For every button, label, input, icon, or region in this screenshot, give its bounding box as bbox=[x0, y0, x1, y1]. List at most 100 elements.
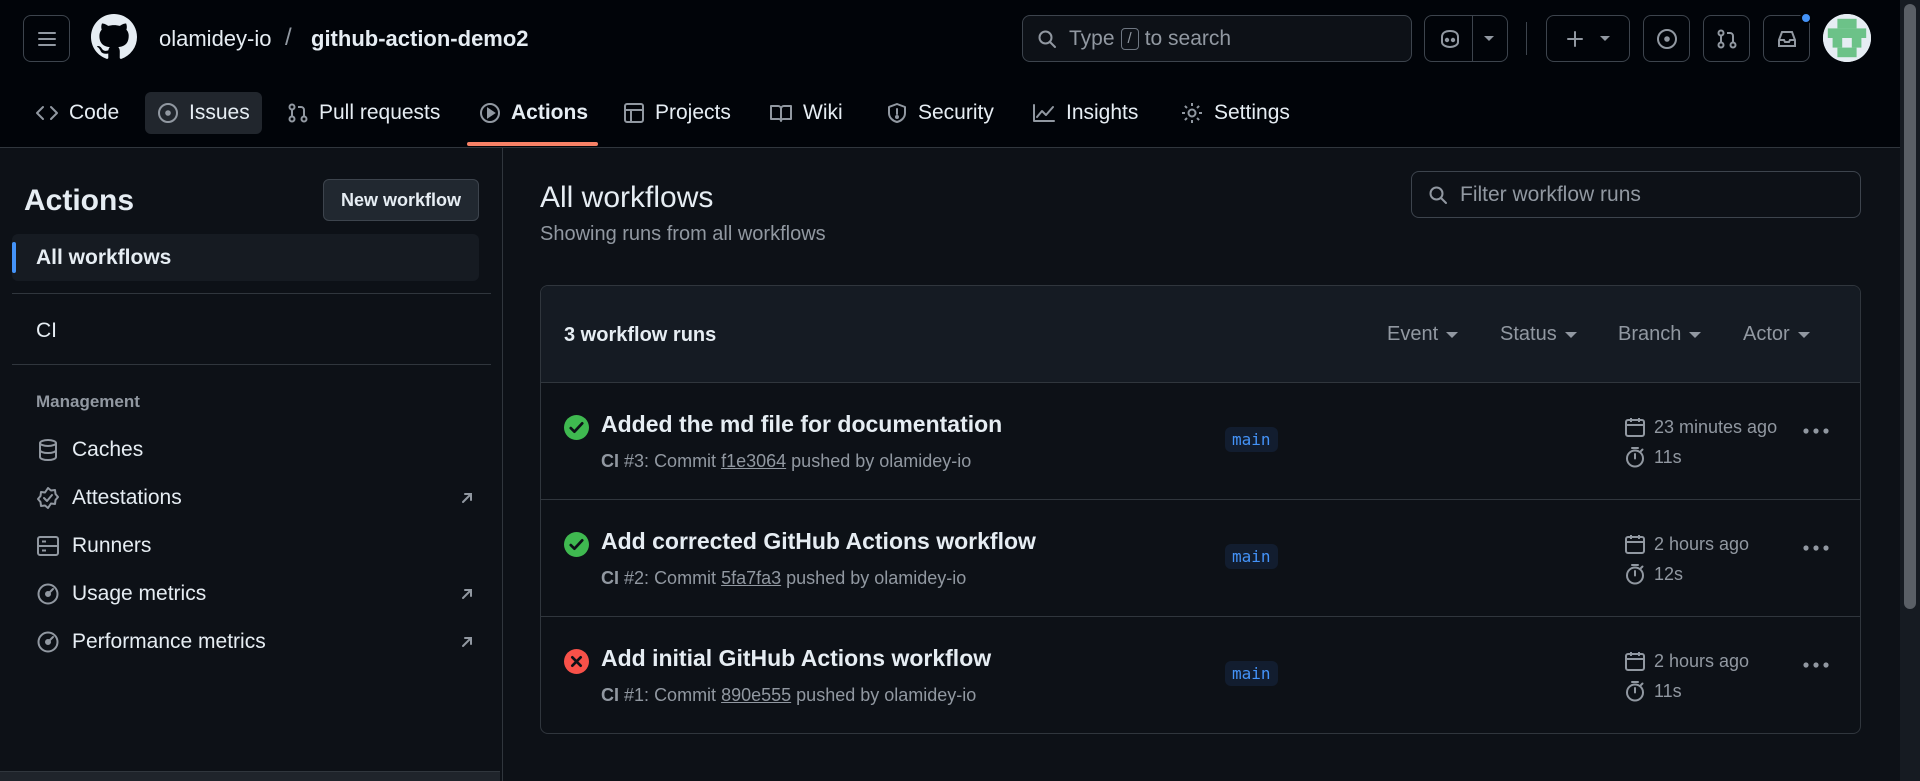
sidebar-item-runners[interactable]: Runners bbox=[34, 526, 474, 566]
event-filter[interactable]: Event bbox=[1387, 323, 1459, 346]
notification-dot bbox=[1800, 12, 1812, 24]
table-row[interactable]: Add initial GitHub Actions workflow CI #… bbox=[541, 617, 1860, 733]
avatar[interactable] bbox=[1823, 14, 1871, 62]
run-title[interactable]: Add initial GitHub Actions workflow bbox=[601, 645, 991, 672]
branch-label[interactable]: main bbox=[1225, 544, 1278, 569]
pull-requests-button[interactable] bbox=[1703, 15, 1750, 62]
stopwatch-icon bbox=[1626, 564, 1644, 585]
tab-insights-label: Insights bbox=[1066, 101, 1139, 124]
sidebar-item-caches[interactable]: Caches bbox=[34, 430, 474, 470]
sidebar-item-usage-metrics[interactable]: Usage metrics bbox=[34, 574, 474, 614]
github-logo[interactable] bbox=[91, 14, 137, 60]
kebab-horizontal-icon[interactable] bbox=[1803, 662, 1829, 668]
search-shortcut-key: / bbox=[1120, 27, 1139, 50]
run-timestamp: 2 hours ago bbox=[1624, 533, 1749, 555]
sidebar-item-label: Runners bbox=[72, 534, 152, 557]
repo-separator: / bbox=[285, 24, 292, 51]
tab-projects-label: Projects bbox=[655, 101, 731, 124]
run-duration-value: 11s bbox=[1654, 680, 1682, 701]
caret-down-icon bbox=[1689, 331, 1702, 338]
run-workflow: CI bbox=[601, 451, 619, 471]
tab-issues[interactable]: Issues bbox=[145, 92, 262, 134]
branch-label[interactable]: main bbox=[1225, 661, 1278, 686]
x-circle-icon bbox=[564, 649, 589, 674]
run-number: #2 bbox=[624, 568, 645, 588]
search-placeholder-prefix: Type bbox=[1069, 26, 1115, 50]
database-icon bbox=[39, 439, 57, 462]
branch-filter[interactable]: Branch bbox=[1618, 323, 1702, 346]
tab-pull-requests[interactable]: Pull requests bbox=[275, 92, 452, 134]
calendar-icon bbox=[1625, 535, 1645, 554]
copilot-button[interactable] bbox=[1424, 15, 1508, 62]
commit-sha-link[interactable]: f1e3064 bbox=[721, 451, 786, 471]
tab-wiki-label: Wiki bbox=[803, 101, 843, 124]
external-link-icon bbox=[462, 589, 472, 599]
plus-icon bbox=[1567, 30, 1583, 47]
create-new-button[interactable] bbox=[1546, 15, 1630, 62]
tab-actions[interactable]: Actions bbox=[467, 92, 600, 134]
book-icon bbox=[770, 105, 792, 122]
page-subtitle: Showing runs from all workflows bbox=[540, 223, 826, 245]
new-workflow-button[interactable]: New workflow bbox=[323, 179, 479, 221]
sidebar-item-label: All workflows bbox=[36, 246, 172, 269]
kebab-horizontal-icon[interactable] bbox=[1803, 545, 1829, 551]
run-meta: CI #2: Commit 5fa7fa3 pushed by olamidey… bbox=[601, 568, 967, 588]
commit-sha-link[interactable]: 890e555 bbox=[721, 685, 791, 705]
run-title[interactable]: Added the md file for documentation bbox=[601, 411, 1002, 438]
table-row[interactable]: Added the md file for documentation CI #… bbox=[541, 383, 1860, 500]
actor-filter[interactable]: Actor bbox=[1743, 323, 1810, 346]
table-icon bbox=[624, 103, 644, 123]
menu-button[interactable] bbox=[23, 15, 70, 62]
run-time-ago: 23 minutes ago bbox=[1654, 416, 1778, 437]
chevron-down-icon bbox=[1600, 35, 1610, 41]
table-row[interactable]: Add corrected GitHub Actions workflow CI… bbox=[541, 500, 1860, 617]
issue-icon bbox=[1656, 28, 1677, 49]
meter-icon bbox=[37, 583, 59, 605]
runs-count: 3 workflow runs bbox=[564, 324, 717, 346]
external-link-icon bbox=[462, 637, 472, 647]
sidebar-item-ci[interactable]: CI bbox=[36, 319, 57, 343]
top-header: olamidey-io / github-action-demo2 Type /… bbox=[0, 0, 1900, 148]
status-filter[interactable]: Status bbox=[1500, 323, 1577, 346]
tab-insights[interactable]: Insights bbox=[1020, 92, 1150, 134]
sidebar-item-performance-metrics[interactable]: Performance metrics bbox=[34, 622, 474, 662]
tab-actions-label: Actions bbox=[511, 101, 589, 124]
sidebar-item-attestations[interactable]: Attestations bbox=[34, 478, 474, 518]
hamburger-icon bbox=[37, 31, 56, 46]
search-icon bbox=[1038, 30, 1056, 48]
branch-label[interactable]: main bbox=[1225, 427, 1278, 452]
run-meta: CI #3: Commit f1e3064 pushed by olamidey… bbox=[601, 451, 972, 471]
search-placeholder-suffix: to search bbox=[1144, 26, 1232, 50]
commit-sha-link[interactable]: 5fa7fa3 bbox=[721, 568, 781, 588]
shield-icon bbox=[888, 103, 906, 123]
code-icon bbox=[36, 106, 58, 120]
tab-security-label: Security bbox=[918, 101, 994, 124]
tab-wiki[interactable]: Wiki bbox=[757, 92, 855, 134]
caret-down-icon bbox=[1446, 331, 1459, 338]
filter-runs-input[interactable]: Filter workflow runs bbox=[1411, 171, 1861, 218]
kebab-horizontal-icon[interactable] bbox=[1803, 428, 1829, 434]
commit-label: Commit bbox=[654, 685, 717, 705]
run-workflow: CI bbox=[601, 685, 619, 705]
gear-icon bbox=[1182, 103, 1202, 123]
tab-code[interactable]: Code bbox=[23, 92, 131, 134]
issues-button[interactable] bbox=[1643, 15, 1690, 62]
sidebar-divider bbox=[12, 364, 491, 365]
tab-settings[interactable]: Settings bbox=[1168, 92, 1302, 134]
run-number: #3 bbox=[624, 451, 645, 471]
active-tab-indicator bbox=[467, 142, 598, 146]
calendar-icon bbox=[1625, 418, 1645, 437]
sidebar-item-label: Caches bbox=[72, 438, 144, 461]
calendar-icon bbox=[1625, 652, 1645, 671]
run-title[interactable]: Add corrected GitHub Actions workflow bbox=[601, 528, 1036, 555]
tab-projects[interactable]: Projects bbox=[611, 92, 743, 134]
check-circle-icon bbox=[564, 415, 589, 440]
chevron-down-icon bbox=[1483, 35, 1494, 41]
repo-name-link[interactable]: github-action-demo2 bbox=[311, 26, 529, 52]
repo-owner-link[interactable]: olamidey-io bbox=[159, 26, 272, 52]
sidebar-item-all-workflows[interactable]: All workflows bbox=[12, 234, 479, 281]
run-time-ago: 2 hours ago bbox=[1654, 533, 1750, 554]
search-input[interactable]: Type / to search bbox=[1022, 15, 1412, 62]
tab-security[interactable]: Security bbox=[874, 92, 1006, 134]
scrollbar-thumb[interactable] bbox=[1904, 4, 1916, 609]
